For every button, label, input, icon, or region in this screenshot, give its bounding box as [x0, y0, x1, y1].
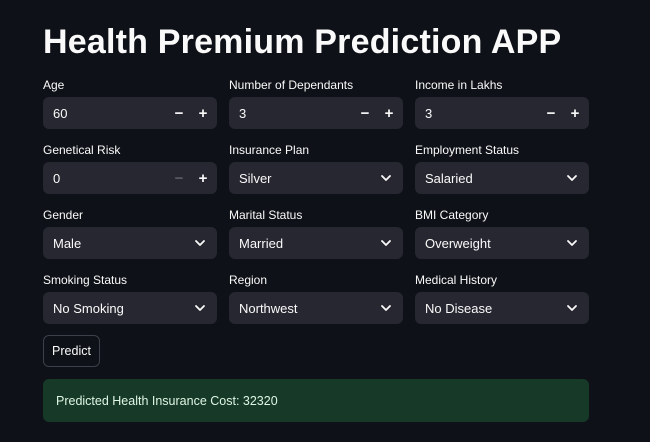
decrement-button[interactable]: − [539, 97, 563, 129]
selected-value[interactable]: Northwest [229, 301, 369, 316]
predict-button[interactable]: Predict [43, 335, 100, 367]
marital-status-select[interactable]: Married [229, 227, 403, 259]
field-label: Income in Lakhs [415, 78, 503, 92]
insurance-plan-select[interactable]: Silver [229, 162, 403, 194]
page-title: Health Premium Prediction APP [43, 23, 562, 61]
selected-value[interactable]: Salaried [415, 171, 555, 186]
field-value[interactable]: 3 [229, 106, 353, 121]
employment-status-select[interactable]: Salaried [415, 162, 589, 194]
chevron-down-icon[interactable] [183, 227, 217, 259]
field-smoking-status: Smoking Status No Smoking [43, 273, 217, 338]
field-income: Income in Lakhs 3 − + [415, 78, 589, 143]
chevron-down-icon[interactable] [555, 292, 589, 324]
field-label: Marital Status [229, 208, 303, 222]
field-medical-history: Medical History No Disease [415, 273, 589, 338]
field-age: Age 60 − + [43, 78, 217, 143]
gender-select[interactable]: Male [43, 227, 217, 259]
field-label: Region [229, 273, 268, 287]
field-label: Number of Dependants [229, 78, 354, 92]
field-label: Gender [43, 208, 84, 222]
field-label: Genetical Risk [43, 143, 121, 157]
chevron-down-icon[interactable] [183, 292, 217, 324]
field-insurance-plan: Insurance Plan Silver [229, 143, 403, 208]
increment-button[interactable]: + [377, 97, 401, 129]
field-label: Age [43, 78, 65, 92]
chevron-down-icon[interactable] [369, 292, 403, 324]
chevron-down-icon[interactable] [369, 227, 403, 259]
selected-value[interactable]: Overweight [415, 236, 555, 251]
income-number-input[interactable]: 3 − + [415, 97, 589, 129]
form-grid: Age 60 − + Number of Dependants 3 − + In… [43, 78, 589, 338]
field-value[interactable]: 0 [43, 171, 167, 186]
selected-value[interactable]: No Smoking [43, 301, 183, 316]
app-root: Health Premium Prediction APP Age 60 − +… [0, 0, 650, 442]
field-label: Employment Status [415, 143, 520, 157]
field-dependants: Number of Dependants 3 − + [229, 78, 403, 143]
field-genetical-risk: Genetical Risk 0 − + [43, 143, 217, 208]
field-employment-status: Employment Status Salaried [415, 143, 589, 208]
selected-value[interactable]: No Disease [415, 301, 555, 316]
field-label: Smoking Status [43, 273, 128, 287]
age-number-input[interactable]: 60 − + [43, 97, 217, 129]
selected-value[interactable]: Silver [229, 171, 369, 186]
decrement-button[interactable]: − [167, 97, 191, 129]
field-value[interactable]: 3 [415, 106, 539, 121]
field-value[interactable]: 60 [43, 106, 167, 121]
prediction-result-text: Predicted Health Insurance Cost: 32320 [56, 393, 278, 408]
field-region: Region Northwest [229, 273, 403, 338]
chevron-down-icon[interactable] [555, 227, 589, 259]
chevron-down-icon[interactable] [555, 162, 589, 194]
decrement-button[interactable]: − [167, 162, 191, 194]
region-select[interactable]: Northwest [229, 292, 403, 324]
increment-button[interactable]: + [191, 162, 215, 194]
selected-value[interactable]: Married [229, 236, 369, 251]
field-marital-status: Marital Status Married [229, 208, 403, 273]
dependants-number-input[interactable]: 3 − + [229, 97, 403, 129]
selected-value[interactable]: Male [43, 236, 183, 251]
smoking-status-select[interactable]: No Smoking [43, 292, 217, 324]
decrement-button[interactable]: − [353, 97, 377, 129]
chevron-down-icon[interactable] [369, 162, 403, 194]
field-label: Insurance Plan [229, 143, 310, 157]
increment-button[interactable]: + [563, 97, 587, 129]
prediction-result-alert: Predicted Health Insurance Cost: 32320 [43, 379, 589, 422]
field-label: Medical History [415, 273, 498, 287]
medical-history-select[interactable]: No Disease [415, 292, 589, 324]
bmi-category-select[interactable]: Overweight [415, 227, 589, 259]
field-label: BMI Category [415, 208, 489, 222]
field-bmi-category: BMI Category Overweight [415, 208, 589, 273]
genetical-risk-number-input[interactable]: 0 − + [43, 162, 217, 194]
increment-button[interactable]: + [191, 97, 215, 129]
field-gender: Gender Male [43, 208, 217, 273]
